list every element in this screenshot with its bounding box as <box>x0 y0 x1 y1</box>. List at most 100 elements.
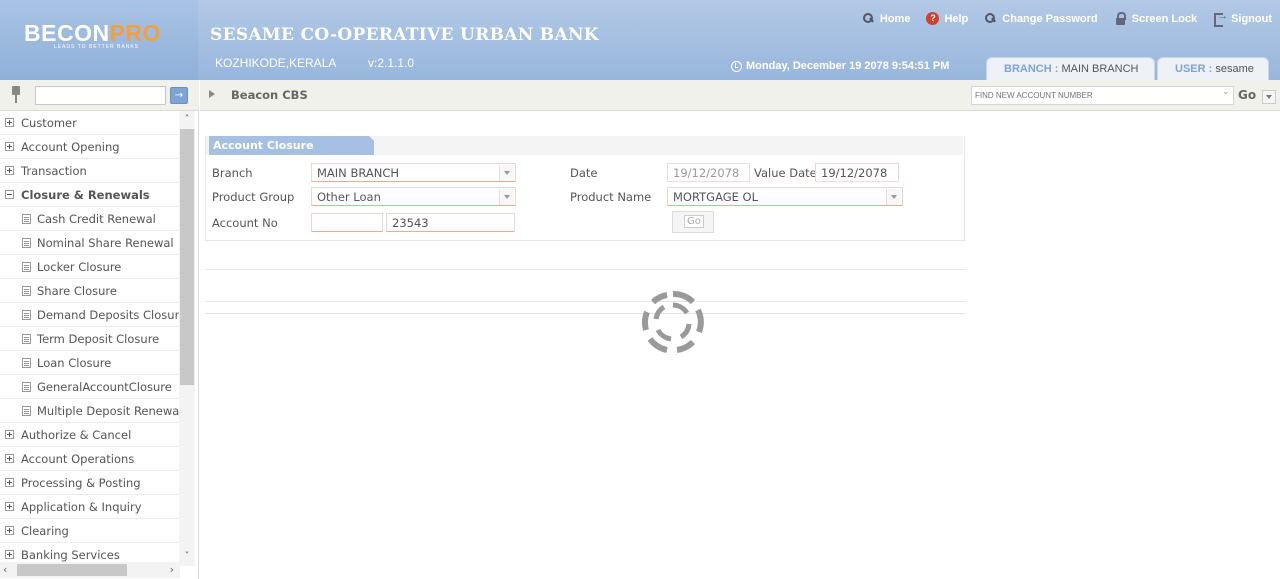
account-closure-panel: Account Closure Branch MAIN BRANCH Date … <box>205 136 965 241</box>
sidebar-item-application-inquiry[interactable]: Application & Inquiry <box>0 495 179 519</box>
branch-tab: BRANCH : MAIN BRANCH <box>986 57 1155 80</box>
sidebar-item-label: Locker Closure <box>37 259 122 274</box>
expand-plus-icon[interactable] <box>5 478 14 487</box>
help-link-label: Help <box>944 12 969 25</box>
find-account-go-button[interactable]: Go <box>1238 88 1256 102</box>
expand-plus-icon[interactable] <box>5 118 14 127</box>
home-key-icon <box>862 12 875 25</box>
find-account-dropdown-icon[interactable]: ⌄ <box>1222 87 1230 97</box>
expand-plus-icon[interactable] <box>5 142 14 151</box>
logo-tagline: LEADS TO BETTER BANKS <box>54 44 140 50</box>
scroll-right-icon[interactable]: › <box>170 562 174 578</box>
sidebar-item-transaction[interactable]: Transaction <box>0 159 179 183</box>
divider <box>205 313 965 314</box>
expand-menu-icon[interactable] <box>1262 90 1276 104</box>
find-account-input[interactable] <box>971 86 1234 105</box>
branch-key: BRANCH : <box>1004 63 1059 75</box>
go-button[interactable]: Go <box>672 211 714 233</box>
sidebar-item-loan-closure[interactable]: Loan Closure <box>0 351 179 375</box>
sidebar-item-share-closure[interactable]: Share Closure <box>0 279 179 303</box>
sidebar-item-multiple-deposit-renewal[interactable]: Multiple Deposit Renewal <box>0 399 179 423</box>
sidebar-item-term-deposit-closure[interactable]: Term Deposit Closure <box>0 327 179 351</box>
menu-search-go-button[interactable]: → <box>170 87 188 104</box>
user-key: USER : <box>1175 63 1213 75</box>
sidebar-item-label: Clearing <box>21 523 69 538</box>
home-link-label: Home <box>879 12 911 25</box>
expand-plus-icon[interactable] <box>5 526 14 535</box>
product-group-select[interactable]: Other Loan <box>311 187 516 206</box>
screen-lock-link[interactable]: Screen Lock <box>1114 12 1197 25</box>
branch-value: MAIN BRANCH <box>1061 63 1139 75</box>
scroll-down-icon[interactable]: ˅ <box>179 548 195 566</box>
sidebar-item-authorize-cancel[interactable]: Authorize & Cancel <box>0 423 179 447</box>
change-password-link[interactable]: Change Password <box>984 12 1098 25</box>
home-link[interactable]: Home <box>862 12 911 25</box>
signout-icon <box>1213 10 1228 27</box>
sidebar-item-cash-credit-renewal[interactable]: Cash Credit Renewal <box>0 207 179 231</box>
sidebar-item-label: GeneralAccountClosure <box>37 379 172 394</box>
sidebar: → Customer Account Opening Transaction Clos… <box>0 80 199 579</box>
scroll-left-icon[interactable]: ‹ <box>3 562 7 578</box>
product-name-select[interactable]: MORTGAGE OL <box>667 187 903 206</box>
scroll-up-icon[interactable]: ˄ <box>179 111 195 129</box>
document-icon <box>22 405 31 416</box>
logo-area: BECONPRO LEADS TO BETTER BANKS <box>0 0 198 80</box>
bank-name: SESAME CO-OPERATIVE URBAN BANK <box>210 25 599 45</box>
current-datetime: Monday, December 19 2078 9:54:51 PM <box>731 60 949 72</box>
sidebar-item-demand-deposits-closure[interactable]: Demand Deposits Closure <box>0 303 179 327</box>
product-name-label: Product Name <box>570 190 652 204</box>
document-icon <box>22 237 31 248</box>
sidebar-item-locker-closure[interactable]: Locker Closure <box>0 255 179 279</box>
sidebar-item-account-opening[interactable]: Account Opening <box>0 135 179 159</box>
chevron-down-icon[interactable] <box>499 165 514 181</box>
change-password-label: Change Password <box>1002 12 1098 25</box>
help-link[interactable]: ? Help <box>926 12 968 25</box>
sidebar-vertical-scrollbar[interactable]: ˄ ˅ <box>179 111 195 566</box>
lock-icon <box>1114 12 1127 25</box>
signout-label: Signout <box>1231 12 1272 25</box>
sidebar-item-processing-posting[interactable]: Processing & Posting <box>0 471 179 495</box>
signout-link[interactable]: Signout <box>1213 10 1272 27</box>
sidebar-item-account-operations[interactable]: Account Operations <box>0 447 179 471</box>
sidebar-item-generalaccountclosure[interactable]: GeneralAccountClosure <box>0 375 179 399</box>
help-icon: ? <box>926 12 940 25</box>
logo-text-part-3: PRO <box>109 20 161 46</box>
sidebar-item-label: Processing & Posting <box>21 475 141 490</box>
expand-plus-icon[interactable] <box>5 454 14 463</box>
sidebar-item-label: Cash Credit Renewal <box>37 211 156 226</box>
expand-plus-icon[interactable] <box>5 166 14 175</box>
value-date-field[interactable]: 19/12/2078 <box>815 163 899 182</box>
horizontal-scrollbar-thumb[interactable] <box>17 564 127 576</box>
pin-icon[interactable] <box>9 86 23 104</box>
collapse-minus-icon[interactable] <box>5 190 14 199</box>
date-field[interactable]: 19/12/2078 <box>667 163 750 182</box>
chevron-down-icon[interactable] <box>886 189 901 205</box>
sidebar-item-label: Application & Inquiry <box>21 499 142 514</box>
loading-spinner-icon <box>641 290 704 353</box>
sidebar-item-label: Transaction <box>21 163 87 178</box>
expand-plus-icon[interactable] <box>5 502 14 511</box>
expand-plus-icon[interactable] <box>5 430 14 439</box>
value-date-label: Value Date <box>754 166 817 180</box>
go-button-label: Go <box>684 215 704 228</box>
sidebar-item-clearing[interactable]: Clearing <box>0 519 179 543</box>
expand-plus-icon[interactable] <box>5 550 14 559</box>
account-no-field[interactable]: 23543 <box>386 213 515 232</box>
sidebar-item-customer[interactable]: Customer <box>0 111 179 135</box>
menu-search-input[interactable] <box>35 86 166 105</box>
document-icon <box>22 381 31 392</box>
scrollbar-thumb[interactable] <box>180 129 194 385</box>
logo-text-part-1: BE <box>24 20 57 46</box>
sidebar-item-nominal-share-renewal[interactable]: Nominal Share Renewal <box>0 231 179 255</box>
chevron-down-icon[interactable] <box>499 189 514 205</box>
account-prefix-field[interactable] <box>311 213 383 232</box>
breadcrumb-arrow-icon <box>209 90 215 98</box>
branch-select[interactable]: MAIN BRANCH <box>311 163 516 182</box>
sidebar-item-closure-renewals[interactable]: Closure & Renewals <box>0 183 179 207</box>
spinner-inner-segment <box>655 328 672 342</box>
sidebar-item-label: Multiple Deposit Renewal <box>37 403 179 418</box>
sidebar-horizontal-scrollbar[interactable]: ‹ › <box>0 562 180 578</box>
beaconpro-logo[interactable]: BECONPRO <box>24 20 161 46</box>
sidebar-item-label: Customer <box>21 115 77 130</box>
app-header: BECONPRO LEADS TO BETTER BANKS SESAME CO… <box>0 0 1280 80</box>
